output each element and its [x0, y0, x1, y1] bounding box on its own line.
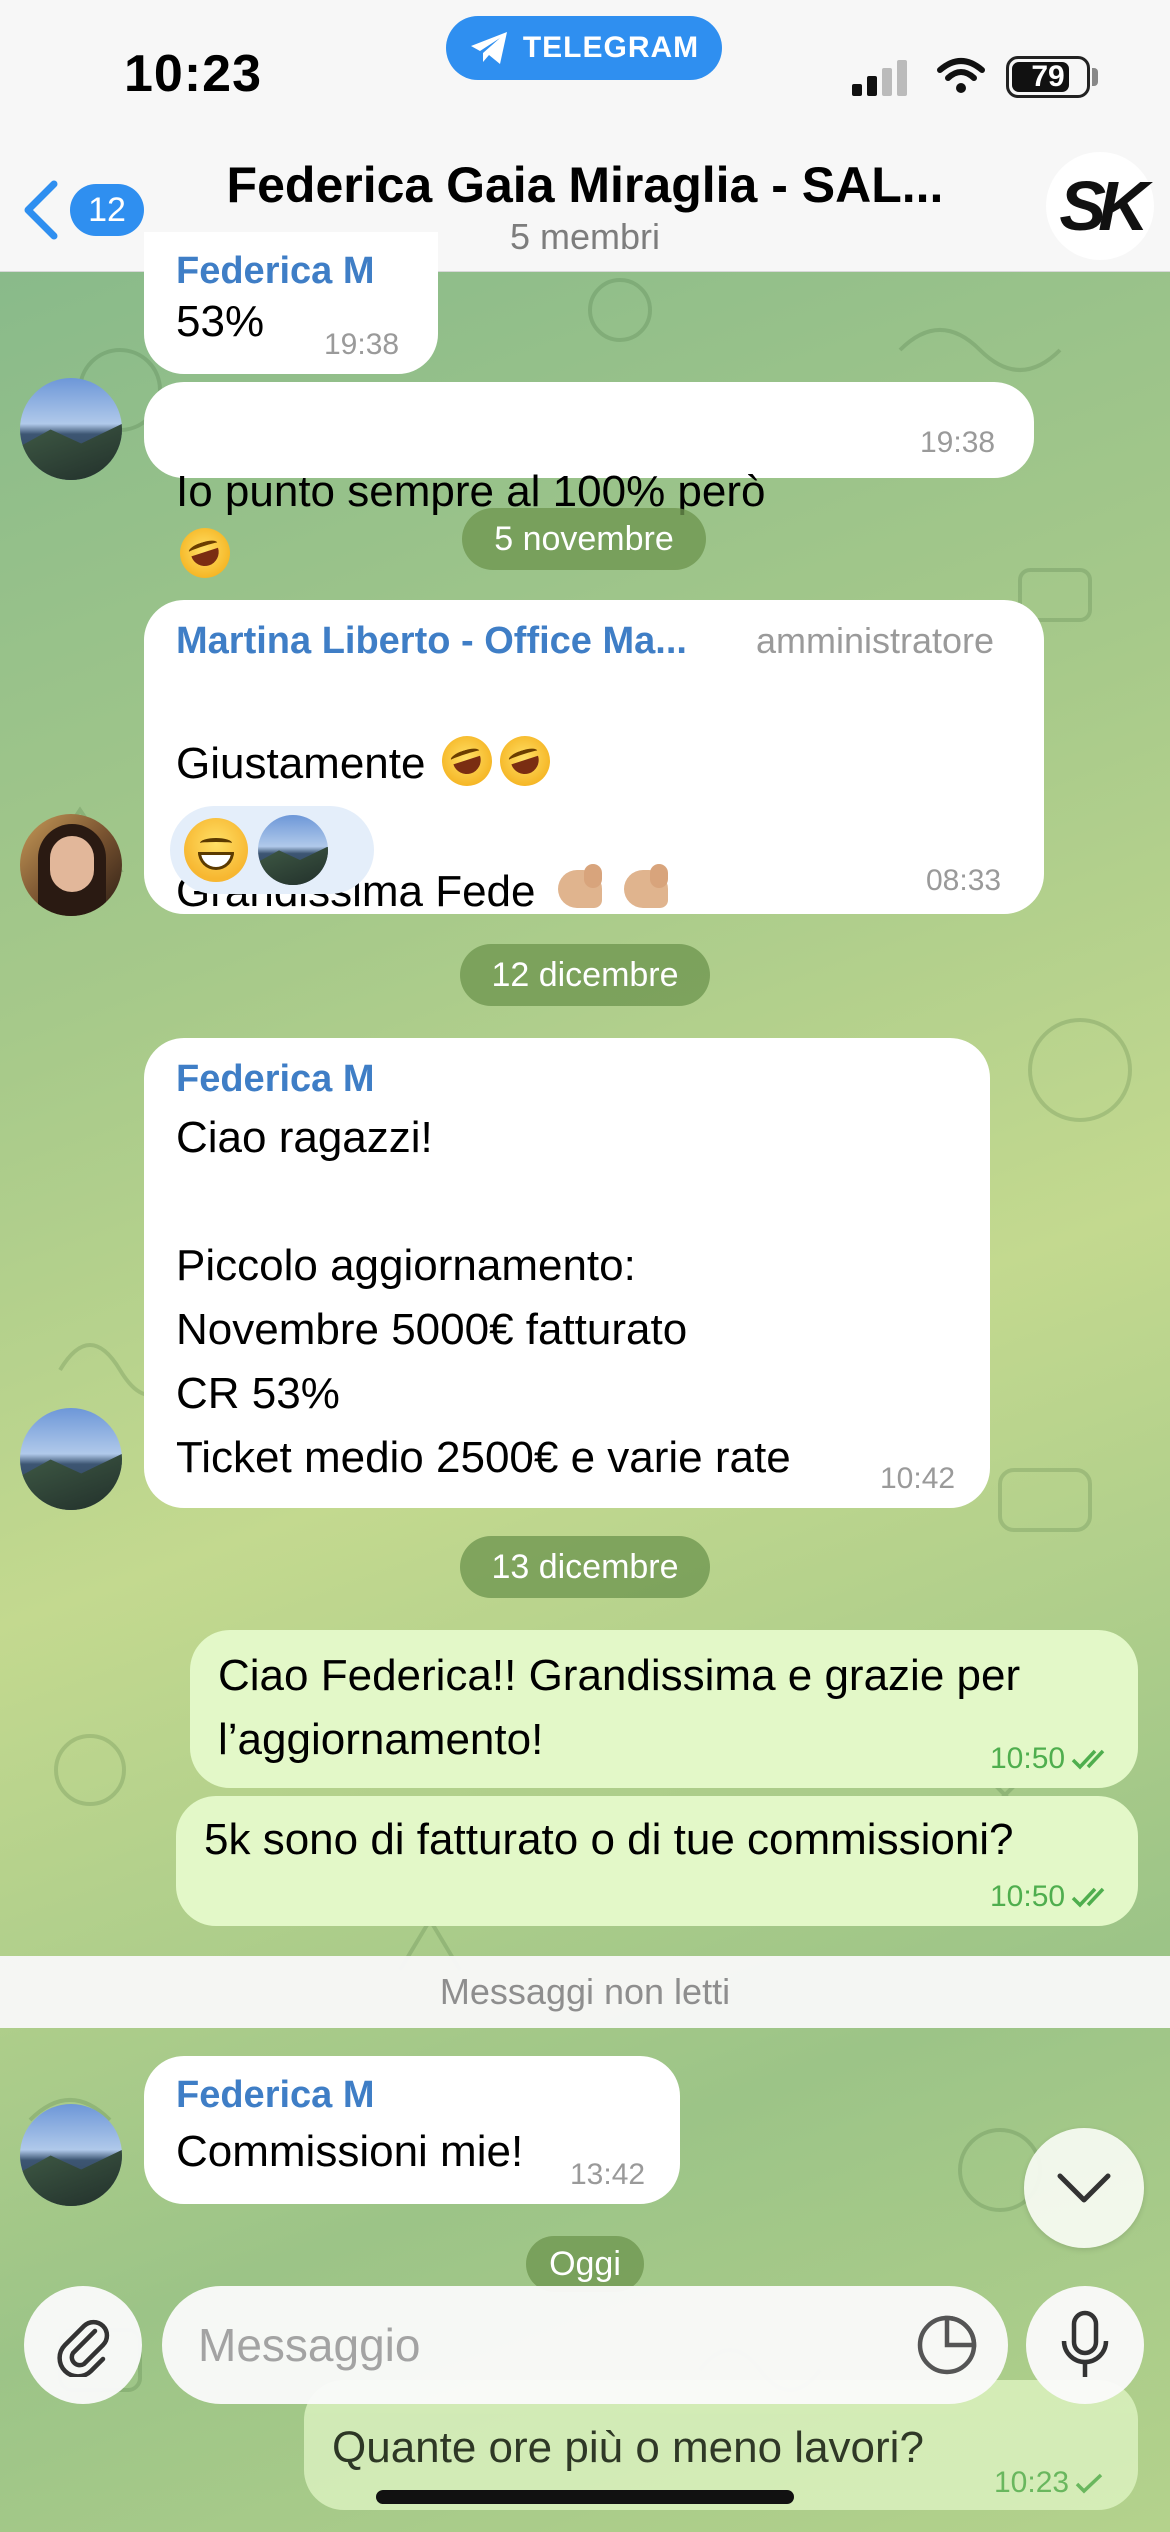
- group-avatar[interactable]: SK: [1046, 152, 1154, 260]
- home-indicator: [376, 2490, 794, 2504]
- message-sender: Federica M: [176, 250, 375, 292]
- message-text: Ciao ragazzi! Piccolo aggiornamento: Nov…: [176, 1113, 791, 1482]
- double-check-read-icon: [1071, 1887, 1105, 1908]
- back-button[interactable]: 12: [18, 172, 158, 248]
- message-text: 53%: [176, 297, 265, 346]
- telegram-pill-label: TELEGRAM: [522, 31, 700, 64]
- telegram-plane-icon: [470, 32, 507, 64]
- message-time: 08:33: [926, 864, 1002, 897]
- flexed-biceps-emoji-icon: [554, 864, 608, 914]
- message-bubble[interactable]: Federica M 53% 19:38: [144, 232, 438, 374]
- admin-role-label: amministratore: [756, 620, 995, 661]
- battery-percentage: 79: [1031, 60, 1065, 93]
- status-time: 10:23: [124, 45, 262, 103]
- status-bar: 10:23 TELEGRAM 79: [0, 0, 1170, 150]
- message-sender[interactable]: Federica M: [176, 2074, 375, 2117]
- message-time: 10:50: [990, 1742, 1113, 1776]
- scroll-to-bottom-button[interactable]: [1024, 2128, 1144, 2248]
- message-bubble[interactable]: Federica M Ciao ragazzi! Piccolo aggiorn…: [144, 1038, 990, 1508]
- date-separator: 13 dicembre: [460, 1536, 710, 1598]
- grinning-emoji-icon: [184, 818, 248, 882]
- battery-tip: [1092, 68, 1098, 86]
- date-separator: 5 novembre: [462, 508, 706, 570]
- message-text: 5k sono di fatturato o di tue commission…: [204, 1815, 1014, 1864]
- message-input-container[interactable]: [162, 2286, 1008, 2404]
- date-separator: 12 dicembre: [460, 944, 710, 1006]
- message-line: Giustamente: [176, 739, 426, 788]
- avatar[interactable]: [20, 1408, 122, 1510]
- outgoing-message-bubble[interactable]: Ciao Federica!! Grandissima e grazie per…: [190, 1630, 1138, 1788]
- rofl-emoji-icon: [173, 521, 237, 585]
- outgoing-message-bubble[interactable]: 5k sono di fatturato o di tue commission…: [176, 1796, 1138, 1926]
- message-time: 19:38: [920, 426, 996, 459]
- voice-message-button[interactable]: [1026, 2286, 1144, 2404]
- battery-icon: 79: [1006, 56, 1090, 98]
- message-reactions[interactable]: [170, 806, 374, 894]
- message-time: 13:42: [570, 2158, 646, 2191]
- flexed-biceps-emoji-icon: [620, 864, 674, 914]
- message-input[interactable]: [198, 2318, 838, 2372]
- message-bubble[interactable]: Federica M Commissioni mie! 13:42: [144, 2056, 680, 2204]
- message-sender[interactable]: Federica M: [176, 1058, 375, 1101]
- message-time-text: 10:23: [994, 2466, 1070, 2499]
- double-check-read-icon: [1071, 1749, 1105, 1770]
- message-bubble[interactable]: Martina Liberto - Office Ma... amministr…: [144, 600, 1044, 916]
- chevron-left-icon: [24, 180, 58, 240]
- message-time-text: 10:50: [990, 1742, 1066, 1775]
- check-sent-icon: [1075, 2473, 1103, 2494]
- date-separator: Oggi: [526, 2236, 644, 2292]
- attach-button[interactable]: [24, 2286, 142, 2404]
- avatar[interactable]: [20, 814, 122, 916]
- message-time: 10:50: [990, 1880, 1113, 1914]
- rofl-emoji-icon: [435, 729, 499, 793]
- telegram-return-pill[interactable]: TELEGRAM: [446, 16, 722, 80]
- microphone-icon: [1061, 2310, 1109, 2377]
- message-bubble[interactable]: Io punto sempre al 100% però 19:38: [144, 382, 1034, 585]
- message-text: Commissioni mie!: [176, 2127, 524, 2176]
- chevron-down-icon: [1057, 2173, 1111, 2203]
- paperclip-icon: [57, 2319, 110, 2377]
- chat-title[interactable]: Federica Gaia Miraglia - SAL...: [180, 156, 990, 214]
- wifi-icon: [937, 58, 985, 93]
- message-text: Quante ore più o meno lavori?: [332, 2423, 924, 2472]
- message-time: 10:23: [994, 2466, 1105, 2500]
- sticker-icon[interactable]: [914, 2312, 980, 2378]
- avatar[interactable]: [20, 2104, 122, 2206]
- message-time-text: 10:50: [990, 1880, 1066, 1913]
- unread-chats-badge: 12: [70, 184, 144, 236]
- unread-messages-separator: Messaggi non letti: [0, 1956, 1170, 2028]
- message-time: 19:38: [324, 328, 400, 361]
- message-sender[interactable]: Martina Liberto - Office Ma...: [176, 620, 736, 663]
- message-time: 10:42: [880, 1462, 956, 1495]
- cellular-signal-icon: [852, 60, 907, 96]
- reactor-avatar: [258, 815, 328, 885]
- avatar[interactable]: [20, 378, 122, 480]
- rofl-emoji-icon: [493, 729, 557, 793]
- message-text: Ciao Federica!! Grandissima e grazie per…: [218, 1651, 1021, 1764]
